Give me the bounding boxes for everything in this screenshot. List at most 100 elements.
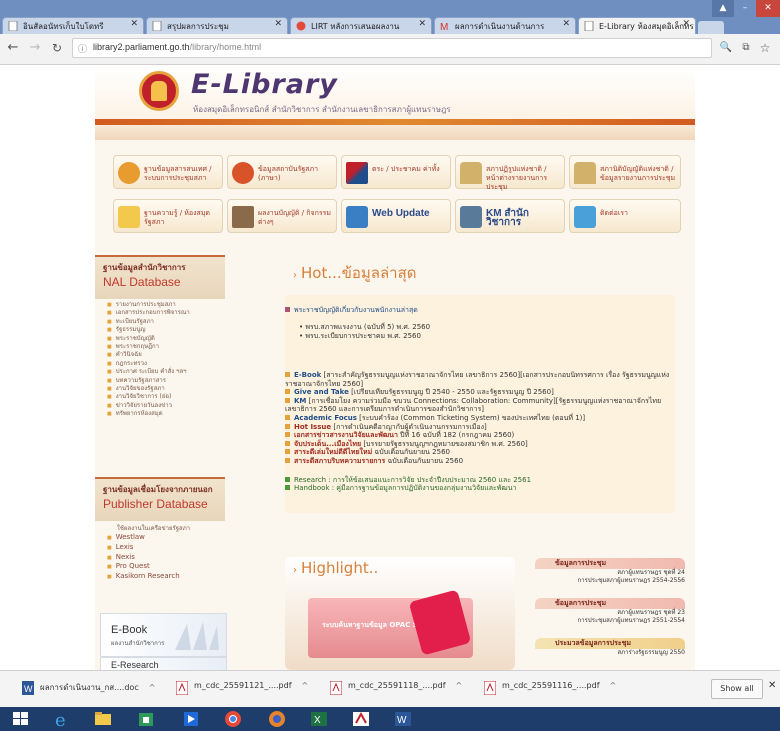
- list-item[interactable]: Lexis: [107, 543, 225, 553]
- list-item[interactable]: พระราชบัญญัติ: [107, 335, 225, 343]
- download-item[interactable]: m_cdc_25591116_....pdf ^: [484, 681, 616, 697]
- info-icon[interactable]: ⓘ: [78, 42, 87, 55]
- list-item[interactable]: รัฐธรรมนูญ: [107, 326, 225, 334]
- hot-entry: Academic Focus [ระบบคำร้อง (Common Ticke…: [285, 414, 675, 423]
- hot-entry: Give and Take [เปรียบเทียบรัฐธรรมนูญ ปี …: [285, 388, 675, 397]
- list-item[interactable]: Pro Quest: [107, 562, 225, 572]
- quick-link[interactable]: ผลงานบัญญัติ / กิจกรรมต่างๆ: [227, 199, 337, 233]
- hot-entry: Hot Issue [การดำเนินคดีอาญากับผู้ดำเนินง…: [285, 423, 675, 432]
- excel-icon[interactable]: X: [308, 709, 330, 729]
- tab-close-icon[interactable]: ✕: [418, 19, 426, 29]
- minimize-icon[interactable]: –: [734, 0, 756, 17]
- bookmark-star-icon[interactable]: ☆: [756, 39, 774, 57]
- address-bar: ← → ↻ ⓘ library2.parliament.go.th/librar…: [0, 34, 780, 65]
- ebook-banner[interactable]: E-Book ผลงานสำนักวิชาการ: [100, 613, 227, 657]
- extension-icon[interactable]: ⧉: [737, 39, 755, 57]
- quick-link[interactable]: สภาปฏิรูปแห่งชาติ / หน้าต่างรายงานการประ…: [455, 155, 565, 191]
- list-item[interactable]: เอกสารประกอบการพิจารณา: [107, 309, 225, 317]
- download-item[interactable]: m_cdc_25591121_....pdf ^: [176, 681, 308, 697]
- list-item[interactable]: Westlaw: [107, 533, 225, 543]
- new-tab-button[interactable]: [698, 21, 724, 34]
- books-graphic-icon: [175, 622, 219, 650]
- flag-icon: [346, 162, 368, 184]
- word-icon[interactable]: W: [392, 709, 414, 729]
- list-item[interactable]: คำวินิจฉัย: [107, 351, 225, 359]
- law-item[interactable]: พรบ.ระเบียบการประชาคม พ.ศ. 2560: [305, 332, 421, 340]
- globe-icon: [296, 21, 306, 31]
- parliament-logo[interactable]: [139, 71, 179, 111]
- eresearch-banner[interactable]: E-Research: [100, 657, 227, 670]
- quick-link[interactable]: KM สำนักวิชาการ: [455, 199, 565, 233]
- zoom-icon[interactable]: 🔍: [717, 39, 735, 57]
- quick-links: ฐานข้อมูลสารสนเทศ / ระบบการประชุมสภา ข้อ…: [113, 155, 681, 237]
- quick-link[interactable]: ติดต่อเรา: [569, 199, 681, 233]
- close-icon[interactable]: ✕: [768, 680, 776, 691]
- chevron-up-icon[interactable]: ^: [149, 683, 156, 692]
- firefox-icon[interactable]: [266, 709, 288, 729]
- list-item[interactable]: งานวิจัยของรัฐสภา: [107, 385, 225, 393]
- chevron-up-icon[interactable]: ^: [610, 681, 617, 690]
- list-item[interactable]: ข่าววิจัยรายวันลงข่าว: [107, 402, 225, 410]
- highlight-section-title: › Highlight..: [293, 559, 379, 577]
- file-explorer-icon[interactable]: [92, 709, 114, 729]
- tab-close-icon[interactable]: ✕: [274, 19, 282, 29]
- windows-taskbar: e X W: [0, 707, 780, 731]
- tab-close-icon[interactable]: ✕: [562, 19, 570, 29]
- close-window-icon[interactable]: ✕: [756, 0, 780, 17]
- list-item[interactable]: Kasikorn Research: [107, 572, 225, 582]
- browser-tab[interactable]: สรุปผลการประชุม ✕: [146, 17, 288, 34]
- hot-content: พระราชบัญญัติเกี่ยวกับงานพนักงานล่าสุด •…: [285, 305, 675, 493]
- pdf-icon: [484, 681, 496, 695]
- list-item[interactable]: Nexis: [107, 553, 225, 563]
- show-all-button[interactable]: Show all: [711, 679, 763, 699]
- store-icon[interactable]: [135, 709, 157, 729]
- quick-link[interactable]: ฐานข้อมูลสารสนเทศ / ระบบการประชุมสภา: [113, 155, 223, 189]
- chevron-up-icon[interactable]: ^: [302, 681, 309, 690]
- list-item[interactable]: พระราชกฤษฎีกา: [107, 343, 225, 351]
- chrome-icon[interactable]: [222, 709, 244, 729]
- tab-close-icon[interactable]: ✕: [682, 19, 690, 29]
- url-input[interactable]: ⓘ library2.parliament.go.th/library/home…: [72, 38, 712, 58]
- site-header: E-Library ห้องสมุดอิเล็กทรอนิกส์ สำนักวิ…: [95, 65, 695, 140]
- quick-link[interactable]: Web Update: [341, 199, 451, 233]
- browser-tab[interactable]: M ผลการดำเนินงานด้านการ ✕: [434, 17, 576, 34]
- list-item[interactable]: ทะเบียนรัฐสภา: [107, 318, 225, 326]
- list-item[interactable]: ทรัพยากรห้องสมุด: [107, 410, 225, 418]
- acrobat-icon[interactable]: [350, 709, 372, 729]
- news-item[interactable]: ประมวลข้อมูลการประชุม สภาร่างรัฐธรรมนูญ …: [535, 638, 685, 670]
- list-item[interactable]: บทความรัฐสภาสาร: [107, 377, 225, 385]
- back-icon[interactable]: ←: [4, 39, 22, 57]
- list-item[interactable]: งานวิจัยวิชาการ (ย่อ): [107, 393, 225, 401]
- list-item[interactable]: กฎกระทรวง: [107, 360, 225, 368]
- parliament-building-icon: [460, 162, 482, 184]
- news-item[interactable]: ข้อมูลการประชุม สภาผู้แทนราษฎร ชุดที่ 23…: [535, 598, 685, 634]
- gmail-icon: M: [440, 21, 450, 33]
- download-item[interactable]: m_cdc_25591118_....pdf ^: [330, 681, 462, 697]
- windows-start-icon[interactable]: [10, 709, 32, 729]
- reload-icon[interactable]: ↻: [48, 39, 66, 57]
- hot-section-title: › Hot...ข้อมูลล่าสุด: [293, 264, 417, 282]
- download-item[interactable]: W ผลการดำเนินงาน_กส....doc ^: [22, 681, 155, 697]
- parliament-building-icon: [574, 162, 596, 184]
- news-item[interactable]: ข้อมูลการประชุม สภาผู้แทนราษฎร ชุดที่ 24…: [535, 558, 685, 594]
- law-item[interactable]: พรบ.สภาพแรงงาน (ฉบับที่ 5) พ.ศ. 2560: [305, 323, 430, 331]
- browser-tab[interactable]: LIRT หลังการเสนอผลงาน ✕: [290, 17, 432, 34]
- media-player-icon[interactable]: [180, 709, 202, 729]
- user-icon[interactable]: ▲: [712, 0, 734, 17]
- tab-close-icon[interactable]: ✕: [130, 19, 138, 29]
- seal-icon: [118, 162, 140, 184]
- quick-link[interactable]: ฐานความรู้ / ห้องสมุดรัฐสภา: [113, 199, 223, 233]
- quick-link[interactable]: สภานิติบัญญัติแห่งชาติ / ข้อมูลรายงานการ…: [569, 155, 681, 189]
- forward-icon[interactable]: →: [26, 39, 44, 57]
- browser-tab[interactable]: อินสัลอนัทรเก็บใบโดทรี ✕: [2, 17, 144, 34]
- bullet-icon: [285, 307, 290, 312]
- browser-tab-active[interactable]: E-Library ห้องสมุดอิเล็กทร ✕: [578, 17, 696, 34]
- contact-icon: [574, 206, 596, 228]
- svg-text:e: e: [55, 710, 66, 729]
- chevron-up-icon[interactable]: ^: [456, 681, 463, 690]
- internet-explorer-icon[interactable]: e: [52, 709, 74, 729]
- list-item[interactable]: รายงานการประชุมสภา: [107, 301, 225, 309]
- list-item[interactable]: ประกาศ ระเบียบ คำสั่ง ฯลฯ: [107, 368, 225, 376]
- quick-link[interactable]: ตระ / ประชาคม ค่าทั้ง: [341, 155, 451, 189]
- quick-link[interactable]: ข้อมูลสถาบันรัฐสภา (ภาษา): [227, 155, 337, 189]
